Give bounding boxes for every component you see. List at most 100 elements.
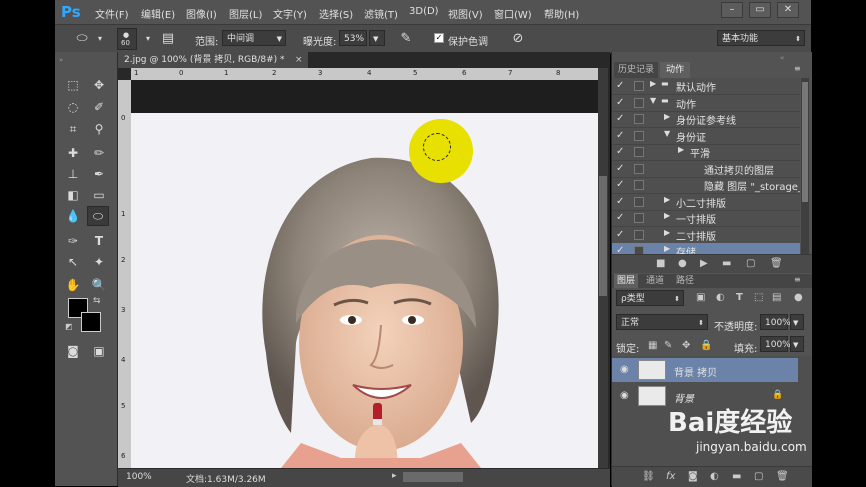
action-row[interactable]: ✓ ▼ ▬ 动作 bbox=[612, 95, 800, 112]
airbrush-icon[interactable]: ✎ bbox=[397, 30, 415, 48]
tab-history[interactable]: 历史记录 bbox=[614, 62, 658, 78]
scrollbar-thumb[interactable] bbox=[599, 176, 607, 296]
zoom-level[interactable]: 100% bbox=[126, 472, 152, 482]
type-tool-icon[interactable]: T bbox=[89, 232, 109, 250]
fill-slider-toggle[interactable]: ▼ bbox=[790, 336, 804, 352]
dialog-toggle-icon[interactable] bbox=[634, 130, 644, 141]
status-menu-icon[interactable]: ▸ bbox=[392, 471, 397, 481]
dialog-toggle-icon[interactable] bbox=[634, 229, 644, 240]
zoom-tool-icon[interactable]: 🔍 bbox=[89, 276, 109, 294]
layer-filter-dropdown[interactable]: ρ类型 ⬍ bbox=[616, 290, 684, 306]
dropdown-arrow-icon[interactable]: ▾ bbox=[91, 30, 109, 48]
action-row[interactable]: ✓ ▶ 身份证参考线 bbox=[612, 111, 800, 128]
collapsed-triangle-icon[interactable]: ▶ bbox=[664, 211, 670, 220]
expanded-triangle-icon[interactable]: ▼ bbox=[650, 96, 656, 105]
menu-window[interactable]: 窗口(W) bbox=[494, 6, 532, 21]
filter-toggle-icon[interactable]: ● bbox=[794, 292, 803, 303]
layer-row[interactable]: ◉ 背景 拷贝 bbox=[612, 358, 798, 382]
eyedropper-tool-icon[interactable]: ⚲ bbox=[89, 120, 109, 138]
dialog-toggle-icon[interactable] bbox=[634, 163, 644, 174]
checkmark-icon[interactable]: ✓ bbox=[616, 196, 624, 207]
trash-icon[interactable]: 🗑 bbox=[770, 258, 783, 269]
hand-tool-icon[interactable]: ✋ bbox=[63, 276, 83, 294]
tab-paths[interactable]: 路径 bbox=[672, 274, 698, 288]
menu-type[interactable]: 文字(Y) bbox=[273, 6, 307, 21]
path-select-tool-icon[interactable]: ↖ bbox=[63, 253, 83, 271]
ruler-horizontal[interactable]: 1 0 1 2 3 4 5 6 7 8 bbox=[131, 68, 598, 80]
collapsed-triangle-icon[interactable]: ▶ bbox=[678, 145, 684, 154]
marquee-tool-icon[interactable]: ⬚ bbox=[63, 76, 83, 94]
lock-pixels-icon[interactable]: ✎ bbox=[664, 340, 672, 351]
action-row[interactable]: ✓ ▶ 存储 bbox=[612, 243, 800, 254]
new-set-icon[interactable]: ▬ bbox=[722, 258, 731, 269]
close-button[interactable]: ✕ bbox=[777, 2, 799, 18]
dialog-toggle-icon[interactable] bbox=[634, 213, 644, 223]
collapse-icon[interactable]: » bbox=[59, 56, 63, 64]
quick-mask-icon[interactable]: ◙ bbox=[63, 342, 83, 360]
action-row[interactable]: ✓ ▶ 二寸排版 bbox=[612, 227, 800, 244]
action-row[interactable]: ✓ ▶ ▬ 默认动作 bbox=[612, 78, 800, 95]
exposure-input[interactable]: 53% bbox=[339, 30, 367, 46]
new-adjustment-icon[interactable]: ◐ bbox=[710, 471, 719, 482]
blend-mode-dropdown[interactable]: 正常 ⬍ bbox=[616, 314, 708, 330]
checkmark-icon[interactable]: ✓ bbox=[616, 179, 624, 190]
quick-select-tool-icon[interactable]: ✐ bbox=[89, 98, 109, 116]
menu-select[interactable]: 选择(S) bbox=[319, 6, 353, 21]
tab-actions[interactable]: 动作 bbox=[660, 62, 690, 78]
exposure-slider-toggle[interactable]: ▼ bbox=[369, 30, 385, 46]
blur-tool-icon[interactable]: 💧 bbox=[63, 207, 83, 225]
eraser-tool-icon[interactable]: ◧ bbox=[63, 186, 83, 204]
new-action-icon[interactable]: ▢ bbox=[746, 258, 755, 269]
actions-scrollbar[interactable] bbox=[801, 78, 809, 254]
range-dropdown[interactable]: 中间调 ▼ bbox=[222, 30, 286, 46]
default-colors-icon[interactable]: ◩ bbox=[65, 322, 73, 331]
panel-menu-icon[interactable]: ≡ bbox=[794, 275, 801, 284]
screen-mode-icon[interactable]: ▣ bbox=[89, 342, 109, 360]
document-tab[interactable]: 2.jpg @ 100% (背景 拷贝, RGB/8#) * × bbox=[118, 52, 308, 68]
collapsed-triangle-icon[interactable]: ▶ bbox=[664, 228, 670, 237]
minimize-button[interactable]: – bbox=[721, 2, 743, 18]
scrollbar-thumb[interactable] bbox=[802, 82, 808, 202]
brush-preset-picker[interactable]: ● 60 bbox=[117, 28, 137, 50]
workspace-dropdown[interactable]: 基本功能 ⬍ bbox=[717, 30, 805, 46]
layer-style-icon[interactable]: fx bbox=[666, 471, 675, 482]
pressure-icon[interactable]: ⊘ bbox=[509, 30, 527, 48]
horizontal-scrollbar-thumb[interactable] bbox=[403, 472, 463, 482]
collapsed-triangle-icon[interactable]: ▶ bbox=[664, 195, 670, 204]
shape-tool-icon[interactable]: ✦ bbox=[89, 253, 109, 271]
menu-help[interactable]: 帮助(H) bbox=[544, 6, 579, 21]
gradient-tool-icon[interactable]: ▭ bbox=[89, 186, 109, 204]
brush-panel-icon[interactable]: ▤ bbox=[159, 30, 177, 48]
dialog-toggle-icon[interactable] bbox=[634, 147, 644, 157]
menu-file[interactable]: 文件(F) bbox=[95, 6, 129, 21]
new-layer-icon[interactable]: ▢ bbox=[754, 471, 763, 482]
swap-colors-icon[interactable]: ⇆ bbox=[93, 296, 101, 306]
ruler-vertical[interactable]: 0 1 2 3 4 5 6 bbox=[118, 80, 131, 468]
eye-icon[interactable]: ◉ bbox=[620, 364, 629, 375]
menu-filter[interactable]: 滤镜(T) bbox=[364, 6, 398, 21]
lock-all-icon[interactable]: 🔒 bbox=[700, 340, 712, 351]
lock-transparent-icon[interactable]: ▦ bbox=[648, 340, 657, 351]
checkmark-icon[interactable]: ✓ bbox=[616, 245, 624, 254]
tab-channels[interactable]: 通道 bbox=[642, 274, 668, 288]
filter-smart-icon[interactable]: ▤ bbox=[772, 292, 781, 303]
action-row[interactable]: ✓ ▶ 平滑 bbox=[612, 144, 800, 161]
close-tab-icon[interactable]: × bbox=[295, 52, 303, 68]
filter-adjustment-icon[interactable]: ◐ bbox=[716, 292, 725, 303]
add-mask-icon[interactable]: ◙ bbox=[688, 471, 698, 482]
action-row[interactable]: ✓ 隐藏 图层 "_storage_... bbox=[612, 177, 800, 194]
brush-dropdown-icon[interactable]: ▾ bbox=[139, 30, 157, 48]
dialog-toggle-icon[interactable] bbox=[634, 114, 644, 124]
move-tool-icon[interactable]: ✥ bbox=[89, 76, 109, 94]
menu-image[interactable]: 图像(I) bbox=[186, 6, 217, 21]
maximize-button[interactable]: ▭ bbox=[749, 2, 771, 18]
history-brush-tool-icon[interactable]: ✒ bbox=[89, 165, 109, 183]
checkmark-icon[interactable]: ✓ bbox=[616, 229, 624, 240]
checkmark-icon[interactable]: ✓ bbox=[616, 130, 624, 141]
fill-input[interactable]: 100% bbox=[760, 336, 791, 352]
filter-pixel-icon[interactable]: ▣ bbox=[696, 292, 705, 303]
background-color-swatch[interactable] bbox=[81, 312, 101, 332]
trash-icon[interactable]: 🗑 bbox=[776, 471, 789, 482]
checkmark-icon[interactable]: ✓ bbox=[616, 97, 624, 108]
link-layers-icon[interactable]: ⛓ bbox=[642, 471, 655, 482]
